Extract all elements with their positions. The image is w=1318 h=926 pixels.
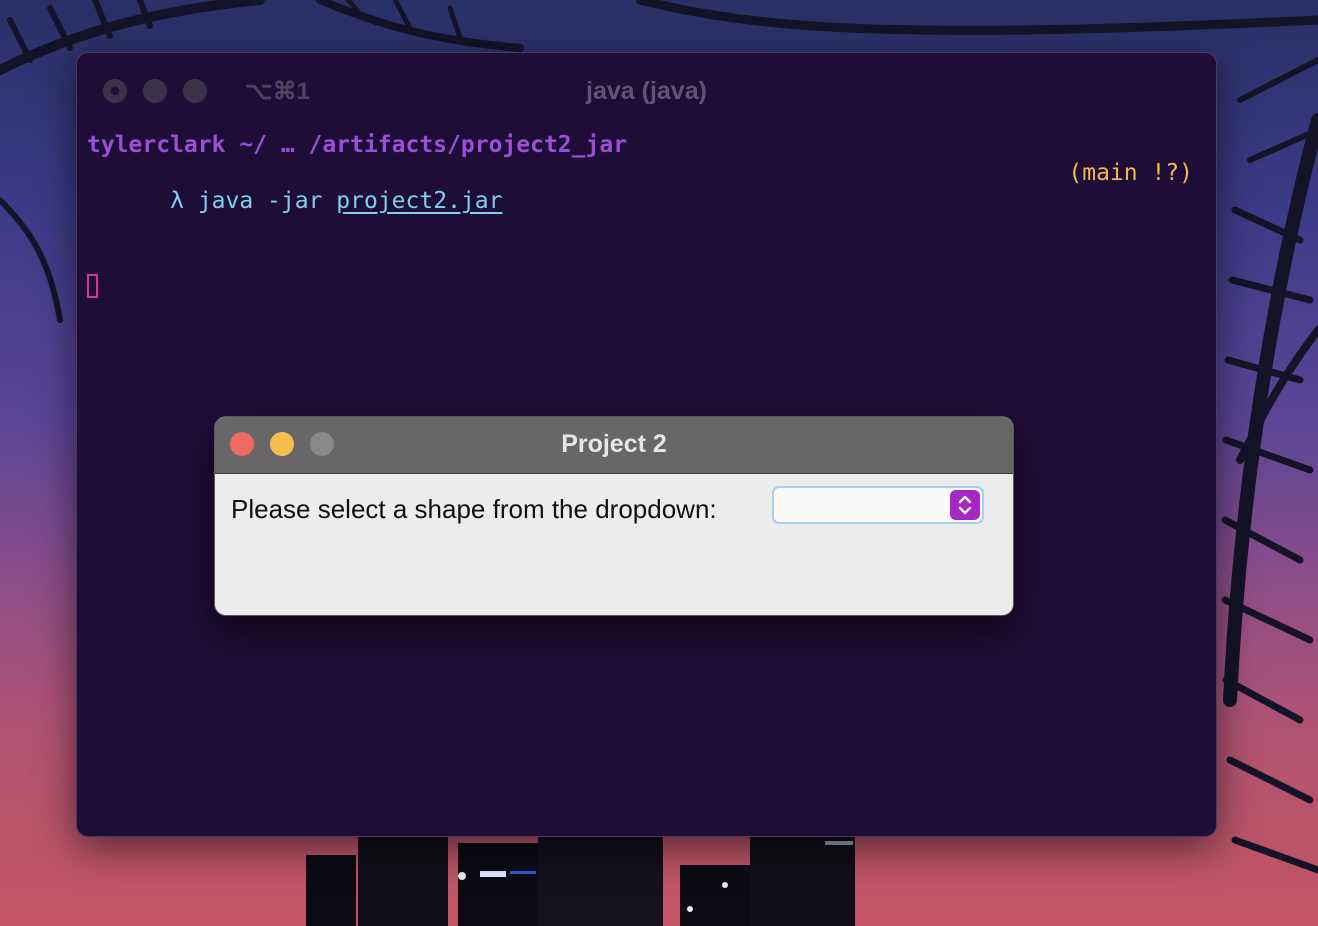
terminal-title: java (java): [586, 77, 707, 105]
shape-prompt-label: Please select a shape from the dropdown:: [231, 494, 717, 524]
command-argument: project2.jar: [336, 188, 503, 214]
shape-dropdown[interactable]: [772, 486, 984, 524]
cursor-line: [87, 271, 1196, 305]
command-line: λ java -jar project2.jar (main !?): [87, 159, 1196, 271]
dialog-title: Project 2: [561, 430, 667, 458]
project-dialog[interactable]: Project 2 Please select a shape from the…: [214, 416, 1014, 616]
shell-prompt: tylerclark ~/ … /artifacts/project2_jar: [87, 132, 628, 158]
git-status: (main !?): [1068, 160, 1193, 186]
dialog-content: Please select a shape from the dropdown:: [215, 474, 1013, 615]
city-skyline: [306, 835, 855, 926]
terminal-cursor: [87, 274, 98, 298]
up-down-chevron-icon[interactable]: [950, 490, 980, 520]
terminal-output[interactable]: tylerclark ~/ … /artifacts/project2_jar …: [87, 131, 1196, 305]
lambda-prompt-symbol: λ: [170, 188, 184, 214]
command-text: java -jar: [197, 188, 323, 214]
terminal-titlebar[interactable]: ⌥⌘1 java (java): [77, 53, 1216, 127]
dialog-titlebar[interactable]: Project 2: [215, 417, 1013, 474]
